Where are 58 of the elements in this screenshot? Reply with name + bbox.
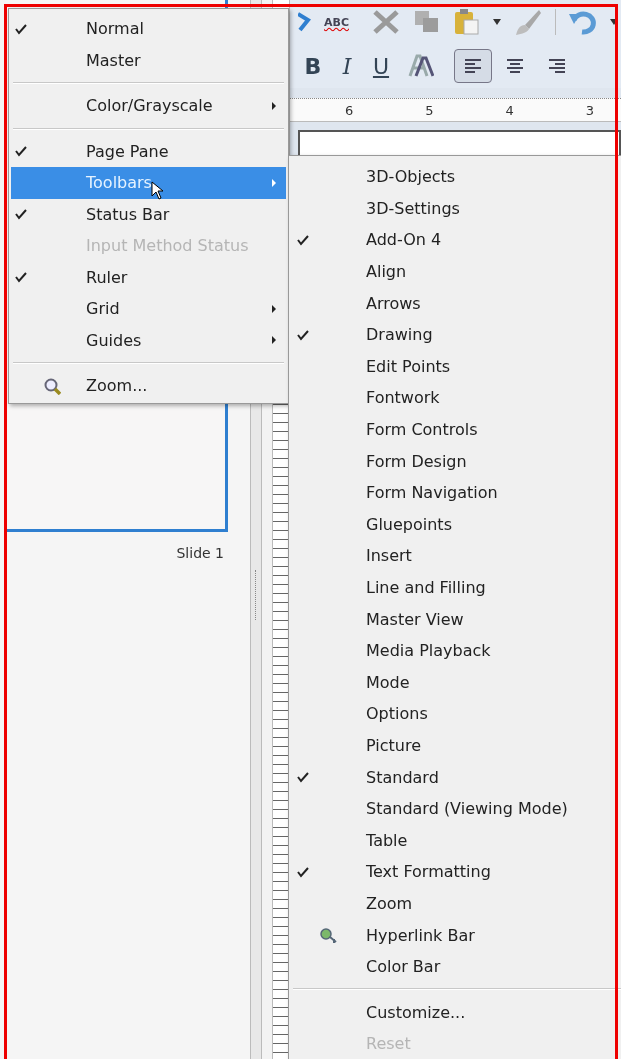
menu-item[interactable]: Table [291,824,621,857]
shadow-text-icon[interactable] [408,54,434,78]
mouse-pointer-icon [151,181,164,200]
dropdown-arrow-icon[interactable] [493,19,501,25]
menu-item[interactable]: Color Bar [291,950,621,983]
menu-item[interactable]: Zoom [291,887,621,920]
italic-button[interactable]: I [332,53,362,79]
copy-icon[interactable] [413,9,441,35]
underline-button[interactable]: U [366,53,396,79]
menu-item[interactable]: 3D-Objects [291,161,621,193]
menu-item[interactable]: Form Controls [291,413,621,446]
menu-item[interactable]: Align [291,255,621,288]
bold-button[interactable]: B [298,53,328,79]
menu-item[interactable]: Edit Points [291,350,621,383]
submenu-arrow-icon [272,178,276,187]
menu-item[interactable]: 3D-Settings [291,192,621,225]
menu-item[interactable]: Form Design [291,445,621,477]
cut-icon[interactable] [371,8,401,36]
submenu-arrow-icon [272,304,276,313]
menu-item[interactable]: Arrows [291,287,621,319]
menu-item[interactable]: Master [11,44,286,76]
menu-item[interactable]: Ruler [11,261,286,293]
ruler-number: 4 [505,102,514,118]
menu-item[interactable]: Options [291,698,621,730]
menu-item[interactable]: Master View [291,603,621,635]
ruler-number: 5 [425,102,434,118]
menu-item[interactable]: Page Pane [11,135,286,167]
menu-item[interactable]: Grid [11,293,286,325]
menu-item[interactable]: Picture [291,729,621,762]
submenu-arrow-icon [272,101,276,110]
search-icon [43,376,61,395]
submenu-arrow-icon [272,336,276,345]
menu-item[interactable]: Gluepoints [291,508,621,541]
menu-item[interactable]: Color/Grayscale [11,90,286,122]
menu-item[interactable]: Line and Filling [291,571,621,604]
menu-item[interactable]: Customize... [291,996,621,1029]
dropdown-arrow-icon[interactable] [610,19,618,25]
ruler-number: 3 [585,102,595,118]
align-left-button[interactable] [454,49,492,83]
menu-item[interactable]: Text Formatting [291,856,621,888]
slide-label: Slide 1 [176,545,224,561]
menu-item[interactable]: Form Navigation [291,476,621,509]
ruler-number: 6 [345,102,354,118]
menu-item[interactable]: Add-On 4 [291,224,621,256]
menu-item[interactable]: Status Bar [11,198,286,230]
menu-item[interactable]: Guides [11,324,286,356]
menu-item[interactable]: Standard [291,761,621,793]
menu-item[interactable]: Drawing [291,318,621,351]
menu-item[interactable]: Fontwork [291,382,621,414]
menu-item[interactable]: Standard (Viewing Mode) [291,792,621,825]
menu-item[interactable]: Normal [11,13,286,45]
spelling-icon[interactable]: ABC [324,15,349,29]
menu-item[interactable]: Hyperlink Bar [291,919,621,951]
menu-item[interactable]: Mode [291,666,621,699]
menu-item[interactable]: Zoom... [11,370,286,402]
paste-icon[interactable] [453,8,481,36]
menu-item[interactable]: Media Playback [291,634,621,667]
menu-item[interactable]: Insert [291,540,621,572]
